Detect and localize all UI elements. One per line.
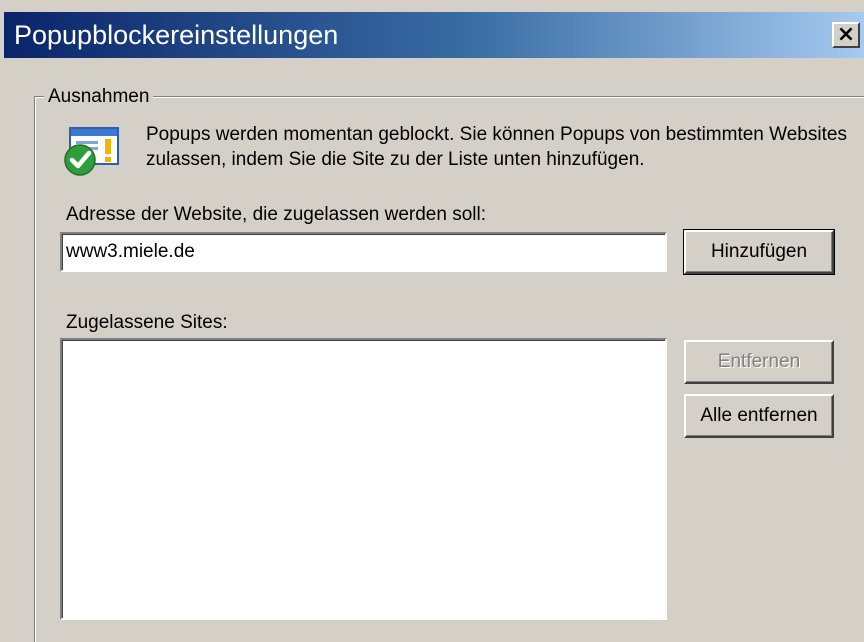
popup-blocker-settings-dialog: Popupblockereinstellungen × Ausnahmen Po… xyxy=(0,0,864,642)
exceptions-group-legend: Ausnahmen xyxy=(44,86,154,108)
remove-all-button[interactable]: Alle entfernen xyxy=(684,394,834,438)
address-label: Adresse der Website, die zugelassen werd… xyxy=(66,204,486,225)
window-title: Popupblockereinstellungen xyxy=(14,20,339,50)
popup-shield-check-icon xyxy=(64,127,119,176)
add-button[interactable]: Hinzufügen xyxy=(683,229,835,275)
close-icon: × xyxy=(836,22,856,47)
website-address-input[interactable] xyxy=(60,232,667,272)
title-bar[interactable]: Popupblockereinstellungen × xyxy=(4,12,864,58)
allowed-sites-list[interactable] xyxy=(60,338,667,620)
info-text: Popups werden momentan geblockt. Sie kön… xyxy=(146,124,847,170)
remove-button[interactable]: Entfernen xyxy=(684,340,834,384)
close-button[interactable]: × xyxy=(832,22,860,48)
allowed-sites-label: Zugelassene Sites: xyxy=(66,312,228,333)
